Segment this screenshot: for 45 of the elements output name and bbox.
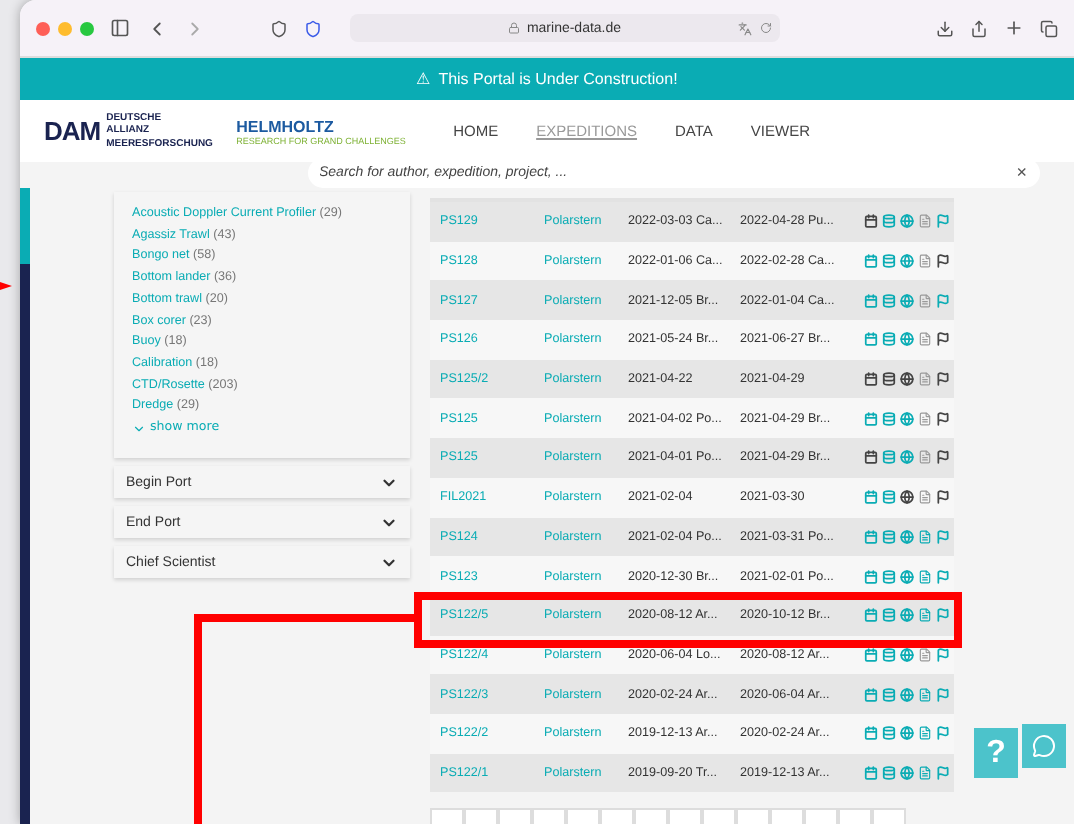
arrow-icon <box>0 280 12 292</box>
translate-icon[interactable] <box>738 21 752 35</box>
download-icon[interactable] <box>936 19 954 37</box>
document-icon[interactable] <box>918 647 932 662</box>
new-tab-icon[interactable] <box>1004 18 1024 38</box>
document-icon[interactable] <box>918 293 932 308</box>
calendar-icon[interactable] <box>864 647 878 662</box>
chevron-down-icon <box>132 421 146 436</box>
flag-icon[interactable] <box>936 372 950 387</box>
lock-icon <box>508 22 521 34</box>
banner-text: This Portal is Under Construction! <box>438 70 678 88</box>
shield-icon[interactable] <box>270 19 288 37</box>
calendar-icon[interactable] <box>864 372 878 387</box>
clear-button[interactable]: × <box>1016 164 1027 182</box>
pocket-icon[interactable] <box>304 19 322 37</box>
chat-button[interactable] <box>1022 724 1066 768</box>
reload-icon[interactable] <box>760 22 772 34</box>
zoom-button[interactable] <box>80 21 94 35</box>
globe-icon[interactable] <box>900 372 914 387</box>
document-icon[interactable] <box>918 214 932 229</box>
sidebar-icon[interactable] <box>110 18 130 38</box>
warning-icon: ⚠ <box>416 70 431 88</box>
chat-bubble-icon <box>1032 734 1056 758</box>
logo-mark[interactable]: DAM <box>44 116 101 146</box>
flag-icon[interactable] <box>936 450 950 465</box>
globe-icon[interactable] <box>900 490 914 505</box>
document-icon[interactable] <box>918 529 932 544</box>
tabs-icon[interactable] <box>1040 19 1058 37</box>
list-icon[interactable] <box>882 647 896 662</box>
minimize-button[interactable] <box>58 21 72 35</box>
calendar-icon[interactable] <box>864 214 878 229</box>
document-icon[interactable] <box>918 569 932 584</box>
calendar-icon[interactable] <box>864 450 878 465</box>
list-icon[interactable] <box>882 372 896 387</box>
flag-icon[interactable] <box>936 490 950 505</box>
document-icon[interactable] <box>918 608 932 623</box>
flag-icon[interactable] <box>936 411 950 426</box>
close-button[interactable] <box>36 21 50 35</box>
flag-icon[interactable] <box>936 332 950 347</box>
document-icon[interactable] <box>918 726 932 741</box>
document-icon[interactable] <box>918 687 932 702</box>
partner-logo[interactable]: HELMHOLTZ <box>236 117 406 135</box>
flag-icon[interactable] <box>936 254 950 269</box>
share-icon[interactable] <box>970 19 988 37</box>
document-icon[interactable] <box>918 765 932 780</box>
